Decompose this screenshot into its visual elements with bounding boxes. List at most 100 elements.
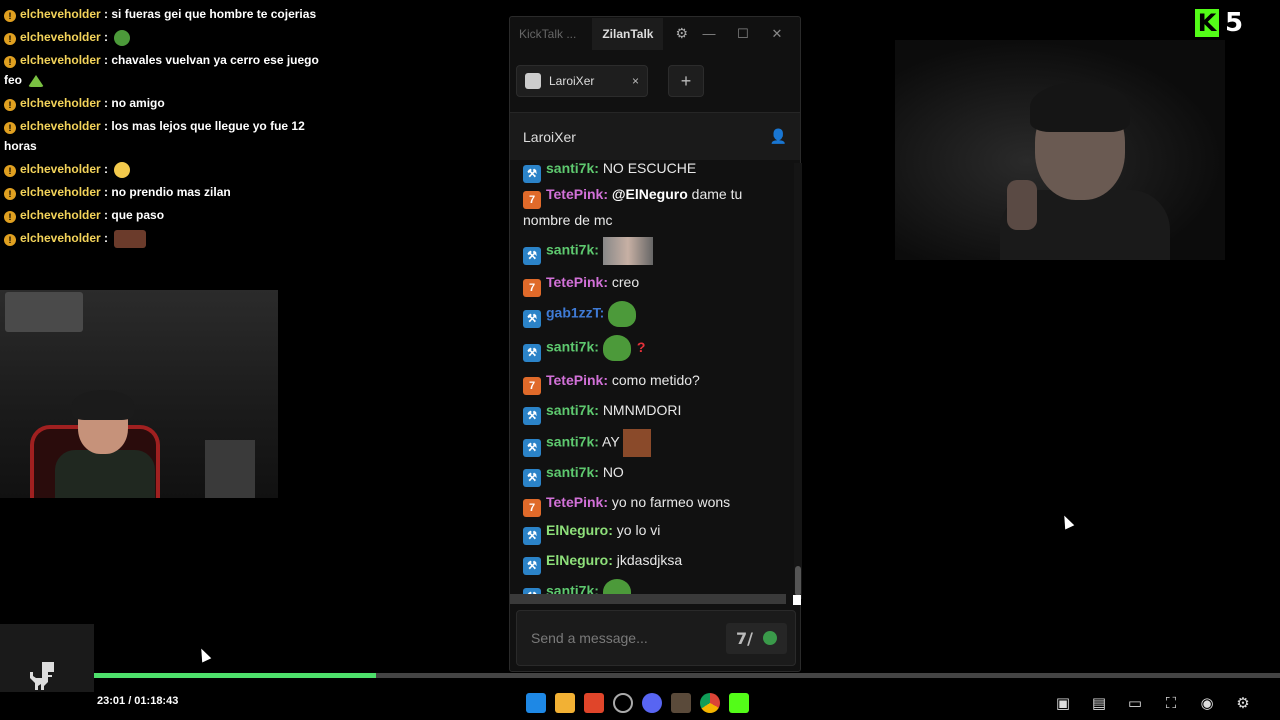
box-icon[interactable]	[671, 693, 691, 713]
message-input[interactable]	[531, 630, 727, 646]
badge-icon: !	[4, 99, 16, 111]
channel-header: LaroiXer 👤	[510, 112, 800, 160]
overlay-chat: ! elcheveholder : si fueras gei que hombr…	[4, 4, 334, 251]
wallet-icon[interactable]: ▤	[1088, 692, 1110, 714]
chat-message: ⚒ ElNeguro: yo lo vi	[523, 519, 785, 545]
time-display: 23:01 / 01:18:43	[97, 695, 179, 707]
kick-icon[interactable]	[729, 693, 749, 713]
moderator-badge-icon: ⚒	[523, 469, 541, 487]
overlay-chat-message: ! elcheveholder : los mas lejos que llegu…	[4, 116, 334, 156]
chat-username[interactable]: santi7k:	[546, 434, 599, 450]
settings-icon[interactable]: ⚙	[671, 25, 692, 42]
streamer-hair	[1030, 82, 1130, 132]
windows-start-icon[interactable]	[526, 693, 546, 713]
subscriber-badge-icon: 7	[523, 279, 541, 297]
moderator-badge-icon: ⚒	[523, 407, 541, 425]
emoji-button[interactable]	[763, 631, 777, 645]
pepe-emote	[114, 29, 131, 46]
chat-username[interactable]: santi7k:	[546, 402, 599, 418]
chat-message: 7 TetePink: yo no farmeo wons	[523, 491, 785, 517]
chrome-icon[interactable]	[700, 693, 720, 713]
overlay-chat-text: :	[104, 231, 109, 245]
moderator-badge-icon: ⚒	[523, 165, 541, 183]
overlay-chat-username: elcheveholder	[20, 119, 101, 133]
background-door	[205, 440, 255, 498]
chat-message: ⚒ gab1zzT:	[523, 301, 785, 328]
chat-message: ⚒ santi7k: AY	[523, 429, 785, 457]
chat-username[interactable]: santi7k:	[546, 464, 599, 480]
discord-icon[interactable]	[642, 693, 662, 713]
overlay-chat-username: elcheveholder	[20, 231, 101, 245]
channel-tabs: LaroiXer × +	[510, 50, 800, 112]
battery-icon[interactable]: ▭	[1124, 692, 1146, 714]
close-tab-icon[interactable]: ×	[632, 74, 639, 88]
picture-emote	[114, 229, 147, 248]
add-tab-button[interactable]: +	[668, 65, 704, 97]
subscriber-badge-icon: 7	[523, 191, 541, 209]
chat-username[interactable]: santi7k:	[546, 242, 599, 258]
minimize-icon[interactable]: —	[692, 26, 726, 42]
channel-avatar	[525, 73, 541, 89]
overlay-chat-username: elcheveholder	[20, 185, 101, 199]
overlay-chat-text: : que paso	[104, 208, 165, 222]
app-tab[interactable]: KickTalk ...	[519, 27, 584, 41]
gear-icon[interactable]: ⚙	[1232, 692, 1254, 714]
dino-icon	[30, 662, 54, 690]
wifi-icon[interactable]: ◉	[1196, 692, 1218, 714]
taskbar	[526, 693, 749, 713]
overlay-chat-message: ! elcheveholder : que paso	[4, 205, 334, 225]
tab-zilantalk[interactable]: ZilanTalk	[592, 17, 664, 50]
webcam-right	[895, 40, 1225, 260]
chat-text: NO	[602, 464, 624, 480]
file-explorer-icon[interactable]	[555, 693, 575, 713]
chat-message: ⚒ santi7k:	[523, 237, 785, 265]
horizontal-scrollbar[interactable]	[510, 594, 786, 604]
moderator-badge-icon: ⚒	[523, 527, 541, 545]
brave-icon[interactable]	[584, 693, 604, 713]
seventv-emote-button[interactable]: 7/	[736, 629, 753, 648]
triangle-emote	[28, 74, 44, 87]
chat-message: ⚒ santi7k: NO	[523, 461, 785, 487]
chatgpt-icon[interactable]	[613, 693, 633, 713]
pepe-emote	[602, 335, 631, 361]
overlay-chat-username: elcheveholder	[20, 162, 101, 176]
overlay-chat-text: :	[104, 30, 109, 44]
image-emote	[602, 237, 653, 265]
chat-username[interactable]: santi7k:	[546, 163, 599, 176]
progress-bar[interactable]	[94, 673, 1280, 678]
badge-icon: !	[4, 188, 16, 200]
kick-counter: 5	[1225, 8, 1244, 38]
vertical-scrollbar[interactable]	[794, 163, 802, 599]
chat-username[interactable]: santi7k:	[546, 339, 599, 355]
dino-thumbnail	[0, 624, 94, 692]
chat-username[interactable]: TetePink:	[546, 274, 608, 290]
chat-username[interactable]: TetePink:	[546, 494, 608, 510]
chat-username[interactable]: TetePink:	[546, 186, 608, 202]
overlay-chat-text: : no amigo	[104, 96, 165, 110]
chat-text: creo	[611, 274, 640, 290]
scrollbar-thumb[interactable]	[795, 566, 801, 596]
channel-tab-laroixer[interactable]: LaroiXer ×	[516, 65, 648, 97]
scrollbar-corner	[793, 595, 801, 605]
channel-tab-label: LaroiXer	[549, 74, 595, 88]
capture-icon[interactable]: ⛶	[1160, 692, 1182, 714]
pepe-emote	[608, 301, 637, 327]
badge-icon: !	[4, 165, 16, 177]
close-icon[interactable]: ✕	[760, 26, 794, 42]
widget-icon[interactable]: ▣	[1052, 692, 1074, 714]
kick-logo: K	[1195, 9, 1219, 37]
badge-icon: !	[4, 10, 16, 22]
chat-username[interactable]: TetePink:	[546, 372, 608, 388]
badge-icon: !	[4, 122, 16, 134]
chat-mention[interactable]: @ElNeguro	[612, 186, 688, 202]
chat-username[interactable]: ElNeguro:	[546, 552, 613, 568]
overlay-chat-message: ! elcheveholder :	[4, 27, 334, 47]
user-icon[interactable]: 👤	[770, 128, 787, 145]
chat-username[interactable]: gab1zzT:	[546, 305, 604, 321]
maximize-icon[interactable]: ☐	[726, 26, 760, 42]
overlay-chat-message: ! elcheveholder : no amigo	[4, 93, 334, 113]
overlay-chat-message: ! elcheveholder : si fueras gei que hombr…	[4, 4, 334, 24]
overlay-chat-username: elcheveholder	[20, 30, 101, 44]
chat-message: ⚒ santi7k: NMNMDORI	[523, 399, 785, 425]
chat-username[interactable]: ElNeguro:	[546, 522, 613, 538]
